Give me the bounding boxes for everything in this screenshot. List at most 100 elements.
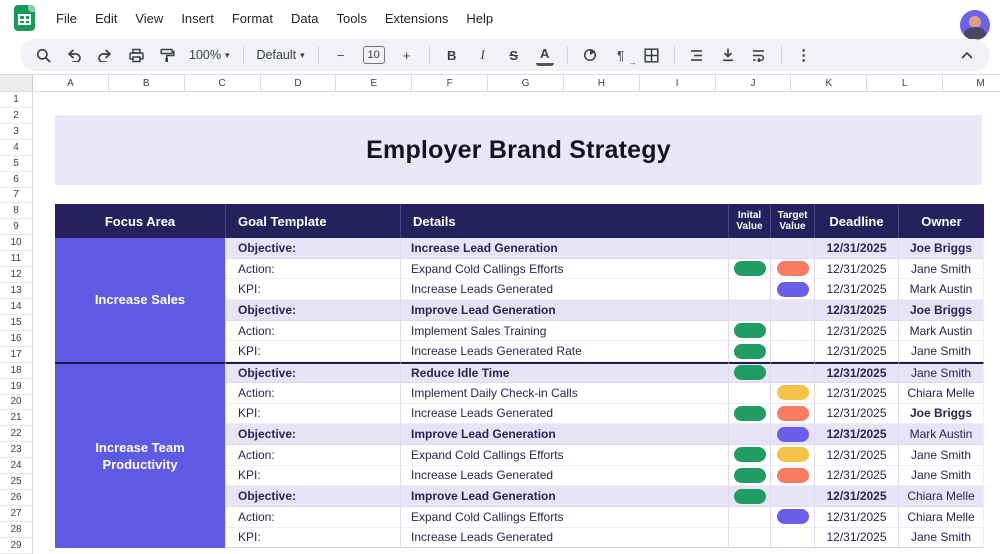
font-size-input[interactable]: 10 <box>363 46 385 64</box>
cell-owner[interactable]: Mark Austin <box>898 279 984 300</box>
cell-deadline[interactable]: 12/31/2025 <box>814 404 898 425</box>
cell-owner[interactable]: Chiara Melle <box>898 507 984 528</box>
menu-item-edit[interactable]: Edit <box>86 7 126 30</box>
text-color-button[interactable]: A <box>536 44 554 66</box>
cell-deadline[interactable]: 12/31/2025 <box>814 300 898 321</box>
column-header-L[interactable]: L <box>867 75 943 91</box>
cell-target-value[interactable] <box>770 321 814 342</box>
bold-button[interactable]: B <box>443 44 461 66</box>
column-header-K[interactable]: K <box>791 75 867 91</box>
cell-details[interactable]: Increase Leads Generated <box>400 528 728 549</box>
cell-deadline[interactable]: 12/31/2025 <box>814 486 898 507</box>
cell-details[interactable]: Increase Leads Generated <box>400 404 728 425</box>
cell-owner[interactable]: Jane Smith <box>898 341 984 362</box>
cell-deadline[interactable]: 12/31/2025 <box>814 238 898 259</box>
column-header-A[interactable]: A <box>33 75 109 91</box>
column-header-G[interactable]: G <box>488 75 564 91</box>
cell-goal-label[interactable]: KPI: <box>225 404 400 425</box>
sheet-canvas[interactable]: Employer Brand Strategy Focus Area Goal … <box>33 92 1000 554</box>
user-avatar[interactable] <box>960 10 990 40</box>
row-header-13[interactable]: 13 <box>0 283 32 299</box>
cell-owner[interactable]: Jane Smith <box>898 445 984 466</box>
row-header-9[interactable]: 9 <box>0 219 32 235</box>
cell-goal-label[interactable]: Objective: <box>225 486 400 507</box>
row-header-1[interactable]: 1 <box>0 92 32 108</box>
cell-details[interactable]: Improve Lead Generation <box>400 424 728 445</box>
cell-goal-label[interactable]: Action: <box>225 321 400 342</box>
row-header-17[interactable]: 17 <box>0 347 32 363</box>
column-header-I[interactable]: I <box>640 75 716 91</box>
row-header-11[interactable]: 11 <box>0 251 32 267</box>
cell-details[interactable]: Expand Cold Callings Efforts <box>400 507 728 528</box>
cell-owner[interactable]: Chiara Melle <box>898 486 984 507</box>
row-header-3[interactable]: 3 <box>0 124 32 140</box>
header-owner[interactable]: Owner <box>898 204 984 238</box>
decrease-font-size-button[interactable]: − <box>332 44 350 66</box>
fill-color-icon[interactable] <box>581 44 599 66</box>
cell-initial-value[interactable] <box>728 424 770 445</box>
undo-icon[interactable] <box>65 44 83 66</box>
cell-goal-label[interactable]: KPI: <box>225 466 400 487</box>
cell-owner[interactable]: Joe Briggs <box>898 404 984 425</box>
header-initial-value[interactable]: Inital Value <box>728 204 770 238</box>
cell-deadline[interactable]: 12/31/2025 <box>814 383 898 404</box>
cell-target-value[interactable] <box>770 279 814 300</box>
cell-deadline[interactable]: 12/31/2025 <box>814 362 898 383</box>
cell-deadline[interactable]: 12/31/2025 <box>814 259 898 280</box>
collapse-toolbar-icon[interactable] <box>958 44 976 66</box>
horizontal-align-icon[interactable] <box>688 44 706 66</box>
row-header-14[interactable]: 14 <box>0 299 32 315</box>
cell-target-value[interactable] <box>770 383 814 404</box>
column-header-C[interactable]: C <box>185 75 261 91</box>
header-deadline[interactable]: Deadline <box>814 204 898 238</box>
cell-deadline[interactable]: 12/31/2025 <box>814 341 898 362</box>
menu-item-extensions[interactable]: Extensions <box>376 7 458 30</box>
cell-deadline[interactable]: 12/31/2025 <box>814 321 898 342</box>
cell-owner[interactable]: Jane Smith <box>898 259 984 280</box>
column-header-D[interactable]: D <box>261 75 337 91</box>
cell-owner[interactable]: Mark Austin <box>898 424 984 445</box>
cell-deadline[interactable]: 12/31/2025 <box>814 279 898 300</box>
italic-button[interactable]: I <box>474 44 492 66</box>
header-details[interactable]: Details <box>400 204 728 238</box>
cell-target-value[interactable] <box>770 362 814 383</box>
cell-target-value[interactable] <box>770 445 814 466</box>
cell-details[interactable]: Increase Leads Generated Rate <box>400 341 728 362</box>
column-header-F[interactable]: F <box>412 75 488 91</box>
cell-goal-label[interactable]: Action: <box>225 507 400 528</box>
cell-details[interactable]: Improve Lead Generation <box>400 486 728 507</box>
menu-item-file[interactable]: File <box>47 7 86 30</box>
cell-deadline[interactable]: 12/31/2025 <box>814 424 898 445</box>
column-header-H[interactable]: H <box>564 75 640 91</box>
cell-initial-value[interactable] <box>728 300 770 321</box>
search-icon[interactable] <box>34 44 52 66</box>
cell-target-value[interactable] <box>770 466 814 487</box>
cell-goal-label[interactable]: Objective: <box>225 300 400 321</box>
zoom-select[interactable]: 100%▾ <box>189 44 230 66</box>
cell-target-value[interactable] <box>770 300 814 321</box>
row-header-16[interactable]: 16 <box>0 331 32 347</box>
cell-initial-value[interactable] <box>728 383 770 404</box>
row-header-10[interactable]: 10 <box>0 235 32 251</box>
row-header-21[interactable]: 21 <box>0 410 32 426</box>
cell-initial-value[interactable] <box>728 486 770 507</box>
row-header-6[interactable]: 6 <box>0 172 32 188</box>
cell-target-value[interactable] <box>770 259 814 280</box>
row-header-27[interactable]: 27 <box>0 506 32 522</box>
cell-deadline[interactable]: 12/31/2025 <box>814 507 898 528</box>
cell-target-value[interactable] <box>770 341 814 362</box>
print-icon[interactable] <box>127 44 145 66</box>
cell-initial-value[interactable] <box>728 341 770 362</box>
cell-owner[interactable]: Chiara Melle <box>898 383 984 404</box>
cell-target-value[interactable] <box>770 507 814 528</box>
cell-owner[interactable]: Mark Austin <box>898 321 984 342</box>
cell-initial-value[interactable] <box>728 238 770 259</box>
cell-initial-value[interactable] <box>728 321 770 342</box>
text-wrap-icon[interactable] <box>750 44 768 66</box>
cell-target-value[interactable] <box>770 424 814 445</box>
row-header-24[interactable]: 24 <box>0 458 32 474</box>
cell-initial-value[interactable] <box>728 259 770 280</box>
strikethrough-button[interactable]: S <box>505 44 523 66</box>
cell-owner[interactable]: Jane Smith <box>898 466 984 487</box>
menu-item-tools[interactable]: Tools <box>327 7 375 30</box>
